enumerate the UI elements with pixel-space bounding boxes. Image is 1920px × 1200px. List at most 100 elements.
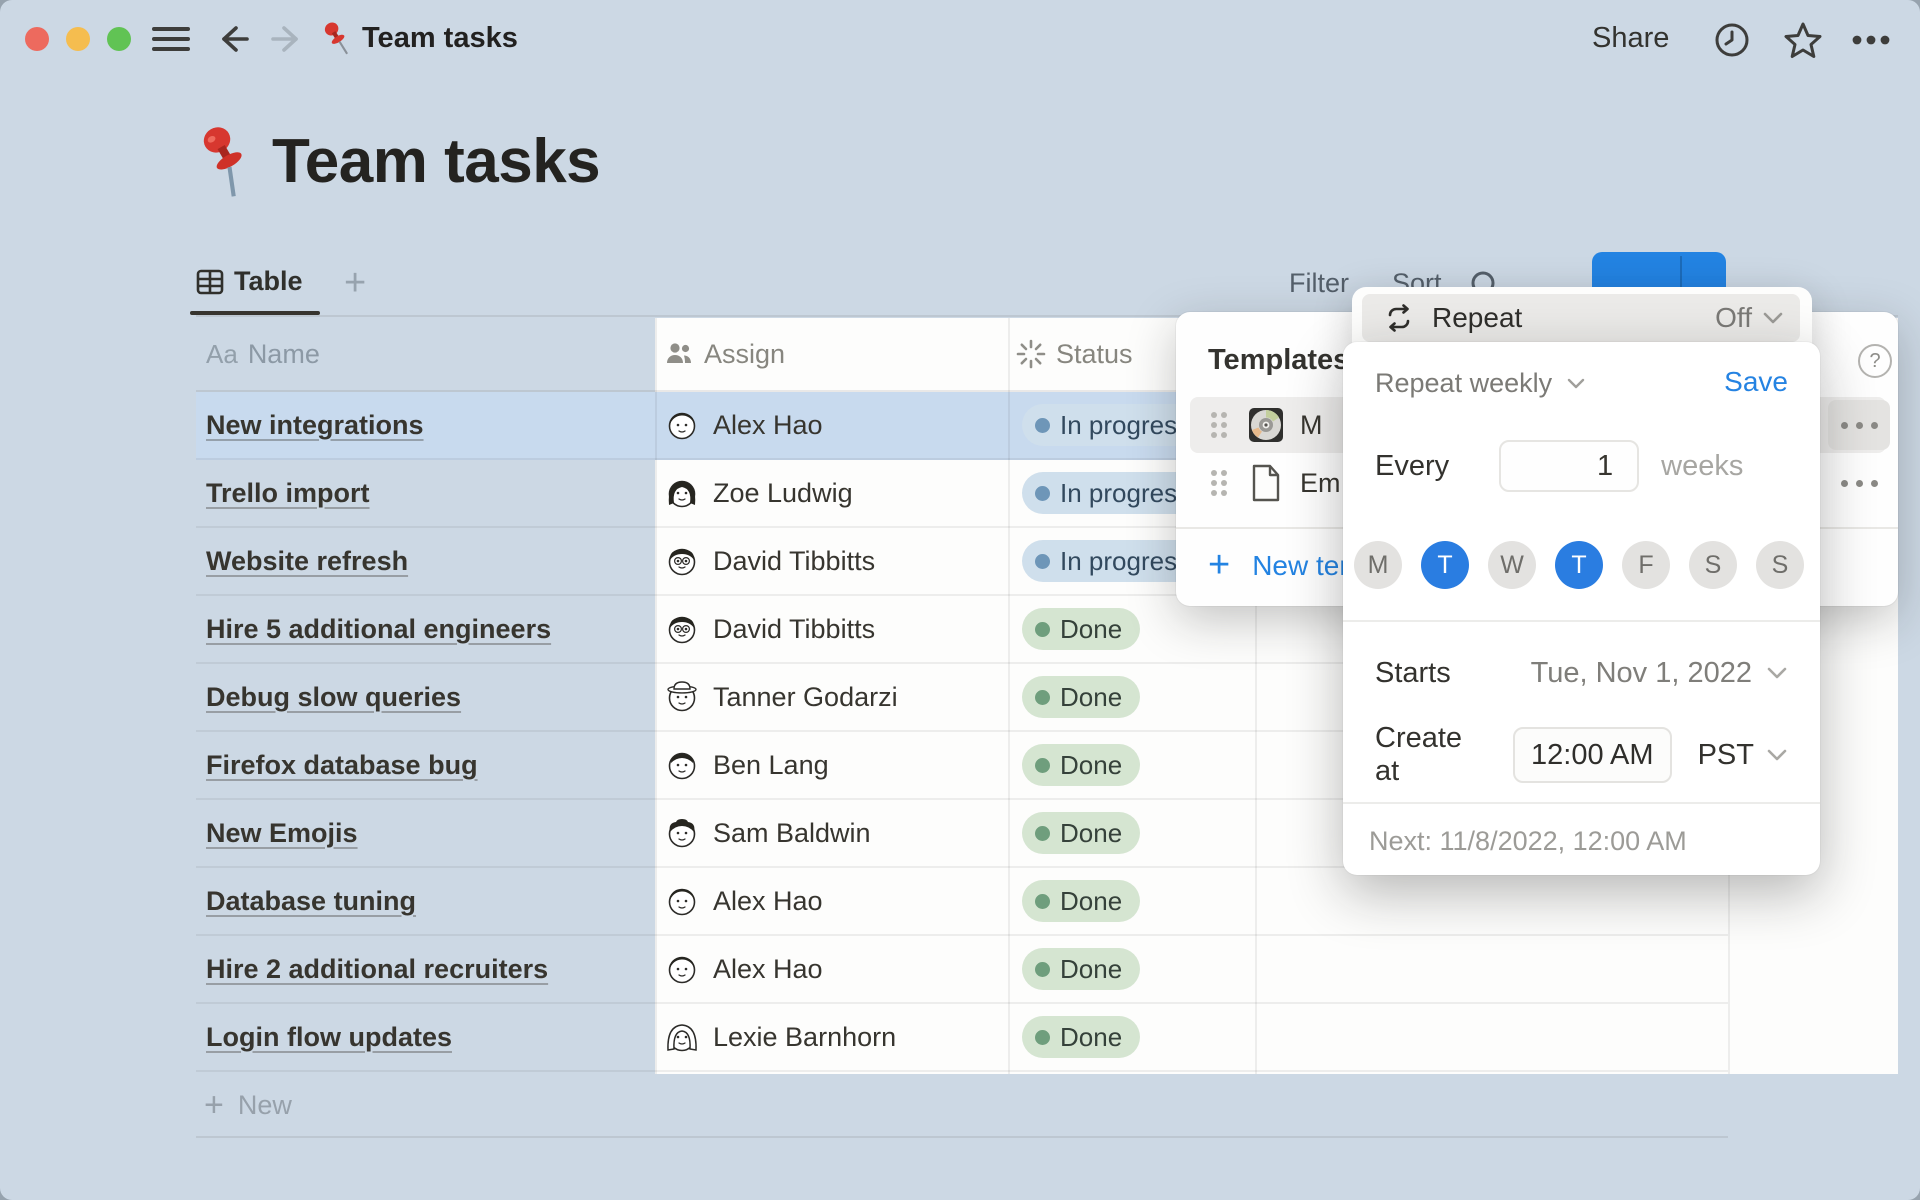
status-badge[interactable]: Done (1022, 744, 1140, 786)
assignee-name: Tanner Godarzi (713, 682, 898, 713)
menu-item-repeat[interactable]: Repeat Off (1362, 294, 1800, 342)
assignee-name: Zoe Ludwig (713, 478, 853, 509)
tab-table[interactable]: Table (196, 266, 303, 297)
start-date-dropdown[interactable]: Tue, Nov 1, 2022 (1531, 657, 1752, 690)
window-zoom-button[interactable] (107, 27, 131, 51)
task-name-cell[interactable]: New Emojis (206, 800, 646, 866)
table-row[interactable]: Database tuning Alex Hao Done (196, 868, 1728, 936)
task-name: Login flow updates (206, 1022, 452, 1053)
template-item-more-icon[interactable] (1828, 458, 1890, 508)
task-name-cell[interactable]: Login flow updates (206, 1004, 646, 1070)
task-name: Hire 5 additional engineers (206, 614, 551, 645)
status-cell[interactable]: Done (1022, 936, 1422, 1002)
table-row[interactable]: Login flow updates Lexie Barnhorn Done (196, 1004, 1728, 1072)
task-name-cell[interactable]: Debug slow queries (206, 664, 646, 730)
window-close-button[interactable] (25, 27, 49, 51)
column-header-status[interactable]: Status (1016, 318, 1133, 390)
table-row[interactable]: Hire 2 additional recruiters Alex Hao Do… (196, 936, 1728, 1004)
avatar (664, 679, 700, 715)
status-badge[interactable]: Done (1022, 1016, 1140, 1058)
sidebar-menu-icon[interactable] (152, 26, 190, 52)
assignee-name: David Tibbitts (713, 614, 875, 645)
status-badge[interactable]: Done (1022, 948, 1140, 990)
window-minimize-button[interactable] (66, 27, 90, 51)
back-arrow-icon[interactable] (216, 22, 250, 56)
avatar (664, 883, 700, 919)
status-cell[interactable]: Done (1022, 1004, 1422, 1070)
status-spinner-icon (1016, 339, 1046, 369)
assignee-cell[interactable]: Alex Hao (664, 936, 994, 1002)
status-dot (1035, 418, 1050, 433)
assignee-cell[interactable]: Alex Hao (664, 868, 994, 934)
weekday-toggle-M-0[interactable]: M (1354, 541, 1402, 589)
column-header-assign[interactable]: Assign (664, 318, 785, 390)
task-name-cell[interactable]: Hire 2 additional recruiters (206, 936, 646, 1002)
column-header-name[interactable]: Aa Name (206, 318, 320, 390)
template-item-more-icon[interactable] (1828, 400, 1890, 450)
more-options-icon[interactable] (1848, 20, 1894, 60)
task-name-cell[interactable]: Trello import (206, 460, 646, 526)
favorite-star-icon[interactable] (1782, 20, 1824, 60)
task-name-cell[interactable]: New integrations (206, 392, 646, 458)
status-dot (1035, 690, 1050, 705)
weekday-toggle-S-6[interactable]: S (1756, 541, 1804, 589)
task-name: Debug slow queries (206, 682, 461, 713)
assignee-cell[interactable]: Zoe Ludwig (664, 460, 994, 526)
page-icon-pushpin[interactable] (192, 118, 258, 206)
weekday-toggle-S-5[interactable]: S (1689, 541, 1737, 589)
status-badge[interactable]: Done (1022, 676, 1140, 718)
drag-handle-icon[interactable] (1208, 466, 1234, 500)
save-button[interactable]: Save (1724, 366, 1788, 398)
assignee-cell[interactable]: Sam Baldwin (664, 800, 994, 866)
forward-arrow-icon[interactable] (270, 22, 304, 56)
task-name: Website refresh (206, 546, 408, 577)
assignee-cell[interactable]: Tanner Godarzi (664, 664, 994, 730)
avatar (664, 951, 700, 987)
avatar (664, 1019, 700, 1055)
chevron-down-icon (1766, 666, 1788, 680)
weekday-toggle-W-2[interactable]: W (1488, 541, 1536, 589)
weekday-toggle-F-4[interactable]: F (1622, 541, 1670, 589)
task-name-cell[interactable]: Database tuning (206, 868, 646, 934)
table-view-icon (196, 268, 224, 296)
page-title[interactable]: Team tasks (272, 126, 600, 197)
share-button[interactable]: Share (1592, 22, 1669, 55)
assignee-cell[interactable]: David Tibbitts (664, 528, 994, 594)
weekday-toggle-T-3[interactable]: T (1555, 541, 1603, 589)
assignee-cell[interactable]: Alex Hao (664, 392, 994, 458)
frequency-dropdown[interactable]: Repeat weekly (1375, 368, 1586, 399)
task-name-cell[interactable]: Hire 5 additional engineers (206, 596, 646, 662)
task-name-cell[interactable]: Website refresh (206, 528, 646, 594)
repeat-icon (1384, 303, 1414, 333)
interval-input[interactable]: 1 (1499, 440, 1639, 492)
timezone-dropdown[interactable]: PST (1698, 739, 1754, 772)
add-row-button[interactable]: + New (196, 1074, 1728, 1138)
assignee-cell[interactable]: David Tibbitts (664, 596, 994, 662)
status-dot (1035, 962, 1050, 977)
plus-icon: + (1208, 544, 1230, 587)
time-input[interactable]: 12:00 AM (1513, 727, 1672, 783)
task-name: New Emojis (206, 818, 358, 849)
task-name: Firefox database bug (206, 750, 478, 781)
plus-icon: + (204, 1086, 224, 1125)
weekday-toggle-T-1[interactable]: T (1421, 541, 1469, 589)
status-badge[interactable]: Done (1022, 608, 1140, 650)
task-name-cell[interactable]: Firefox database bug (206, 732, 646, 798)
assignee-name: Alex Hao (713, 886, 823, 917)
assignee-cell[interactable]: Ben Lang (664, 732, 994, 798)
add-view-button[interactable]: + (344, 262, 366, 305)
assignee-cell[interactable]: Lexie Barnhorn (664, 1004, 994, 1070)
filter-button[interactable]: Filter (1289, 268, 1349, 299)
updates-clock-icon[interactable] (1712, 20, 1752, 60)
cd-icon (1246, 406, 1286, 444)
template-item-label: Em (1300, 468, 1341, 499)
chevron-down-icon (1762, 311, 1784, 325)
status-badge[interactable]: Done (1022, 880, 1140, 922)
help-icon[interactable]: ? (1858, 344, 1892, 378)
status-badge[interactable]: Done (1022, 812, 1140, 854)
status-cell[interactable]: Done (1022, 868, 1422, 934)
status-dot (1035, 622, 1050, 637)
drag-handle-icon[interactable] (1208, 408, 1234, 442)
divider (1343, 802, 1820, 804)
window-title: Team tasks (362, 22, 518, 55)
